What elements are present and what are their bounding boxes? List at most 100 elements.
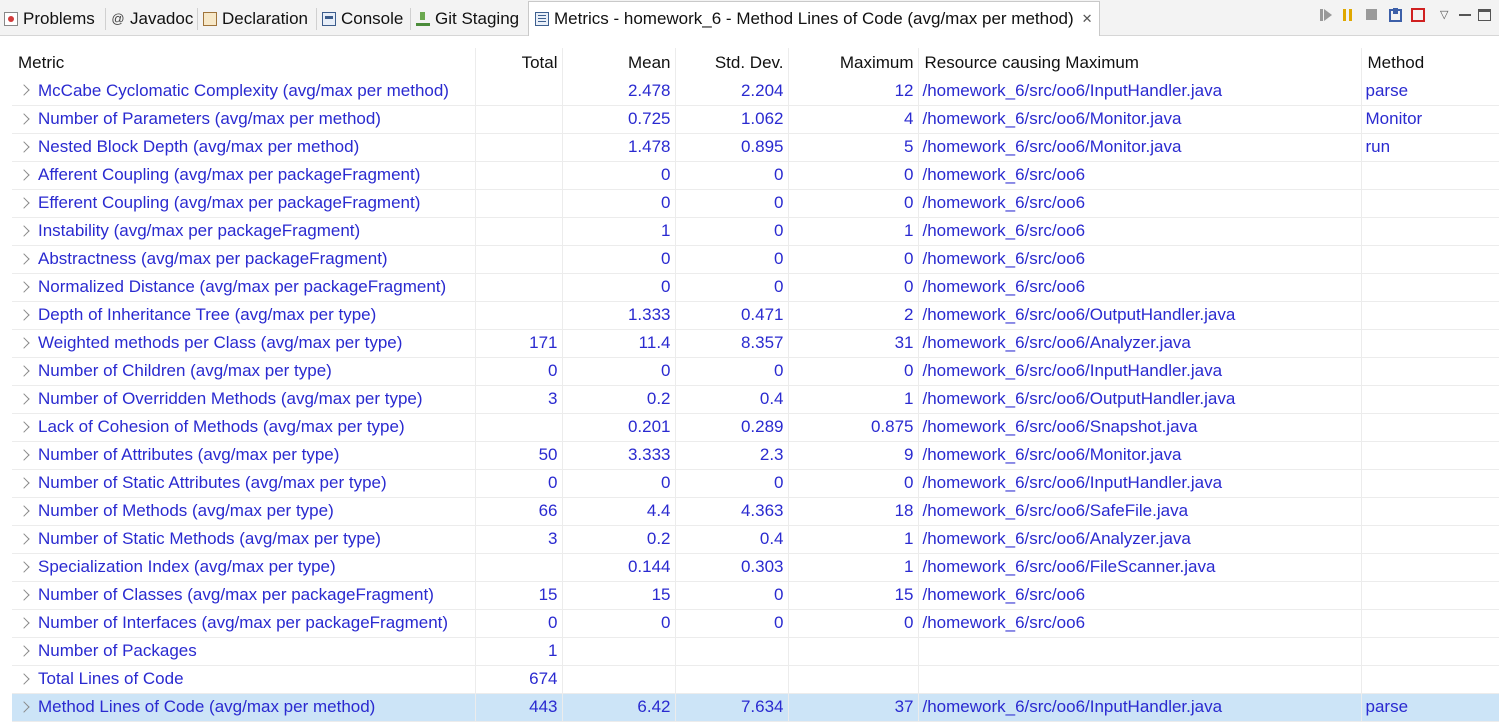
resource-cell: /homework_6/src/oo6 bbox=[918, 273, 1362, 302]
table-row[interactable]: Instability (avg/max per packageFragment… bbox=[12, 217, 1499, 246]
maximum-cell: 0.875 bbox=[788, 413, 919, 442]
tab-separator bbox=[197, 8, 198, 30]
pause-icon[interactable] bbox=[1341, 8, 1355, 22]
table-row[interactable]: Number of Classes (avg/max per packageFr… bbox=[12, 581, 1499, 610]
table-row[interactable]: Number of Children (avg/max per type) 0 0 0… bbox=[12, 357, 1499, 386]
table-row[interactable]: Number of Attributes (avg/max per type) 5… bbox=[12, 441, 1499, 470]
expand-chevron-icon[interactable] bbox=[18, 392, 30, 405]
resource-cell: /homework_6/src/oo6/OutputHandler.java bbox=[918, 385, 1362, 414]
tab-label: Metrics - homework_6 - Method Lines of C… bbox=[554, 9, 1074, 28]
maximum-cell: 1 bbox=[788, 385, 919, 414]
column-header-mean[interactable]: Mean bbox=[562, 48, 676, 77]
metric-label: Number of Attributes (avg/max per type) bbox=[38, 445, 340, 464]
method-cell bbox=[1361, 189, 1499, 218]
table-row[interactable]: Number of Static Methods (avg/max per ty… bbox=[12, 525, 1499, 554]
table-row[interactable]: Number of Overridden Methods (avg/max pe… bbox=[12, 385, 1499, 414]
expand-chevron-icon[interactable] bbox=[18, 364, 30, 377]
tab-console[interactable]: Console bbox=[322, 3, 403, 35]
tab-javadoc[interactable]: @ Javadoc bbox=[111, 3, 193, 35]
table-row[interactable]: McCabe Cyclomatic Complexity (avg/max pe… bbox=[12, 77, 1499, 106]
column-header-resource[interactable]: Resource causing Maximum bbox=[918, 48, 1362, 77]
stop-icon[interactable] bbox=[1366, 9, 1377, 20]
method-cell bbox=[1361, 217, 1499, 246]
expand-chevron-icon[interactable] bbox=[18, 700, 30, 713]
total-cell: 3 bbox=[475, 385, 563, 414]
std-dev-cell: 0 bbox=[675, 161, 789, 190]
expand-chevron-icon[interactable] bbox=[18, 504, 30, 517]
expand-chevron-icon[interactable] bbox=[18, 280, 30, 293]
expand-chevron-icon[interactable] bbox=[18, 84, 30, 96]
tab-metrics[interactable]: Metrics - homework_6 - Method Lines of C… bbox=[528, 1, 1100, 36]
table-row[interactable]: Weighted methods per Class (avg/max per … bbox=[12, 329, 1499, 358]
method-cell bbox=[1361, 357, 1499, 386]
table-row[interactable]: Number of Interfaces (avg/max per packag… bbox=[12, 609, 1499, 638]
maximum-cell: 18 bbox=[788, 497, 919, 526]
expand-chevron-icon[interactable] bbox=[18, 644, 30, 657]
total-cell: 443 bbox=[475, 693, 563, 722]
metric-cell: Number of Static Methods (avg/max per ty… bbox=[12, 525, 476, 554]
metric-label: Specialization Index (avg/max per type) bbox=[38, 557, 336, 576]
metric-label: Total Lines of Code bbox=[38, 669, 184, 688]
tab-problems[interactable]: Problems bbox=[4, 3, 95, 35]
expand-chevron-icon[interactable] bbox=[18, 532, 30, 545]
method-cell bbox=[1361, 609, 1499, 638]
expand-chevron-icon[interactable] bbox=[18, 336, 30, 349]
metric-cell: Depth of Inheritance Tree (avg/max per t… bbox=[12, 301, 476, 330]
method-cell: run bbox=[1361, 133, 1499, 162]
expand-chevron-icon[interactable] bbox=[18, 588, 30, 601]
resource-cell: /homework_6/src/oo6 bbox=[918, 161, 1362, 190]
metric-label: Efferent Coupling (avg/max per packageFr… bbox=[38, 193, 421, 212]
table-row[interactable]: Efferent Coupling (avg/max per packageFr… bbox=[12, 189, 1499, 218]
std-dev-cell bbox=[675, 665, 789, 694]
column-header-method[interactable]: Method bbox=[1361, 48, 1499, 77]
expand-chevron-icon[interactable] bbox=[18, 140, 30, 153]
column-header-maximum[interactable]: Maximum bbox=[788, 48, 919, 77]
console-icon bbox=[322, 12, 336, 26]
mean-cell: 6.42 bbox=[562, 693, 676, 722]
expand-chevron-icon[interactable] bbox=[18, 476, 30, 489]
expand-chevron-icon[interactable] bbox=[18, 616, 30, 629]
table-row[interactable]: Lack of Cohesion of Methods (avg/max per… bbox=[12, 413, 1499, 442]
table-row[interactable]: Number of Static Attributes (avg/max per… bbox=[12, 469, 1499, 498]
expand-chevron-icon[interactable] bbox=[18, 196, 30, 209]
layout-icon[interactable] bbox=[1411, 8, 1425, 22]
table-row[interactable]: Number of Methods (avg/max per type) 66 4.… bbox=[12, 497, 1499, 526]
table-row[interactable]: Total Lines of Code 674 bbox=[12, 665, 1499, 694]
column-header-std-dev[interactable]: Std. Dev. bbox=[675, 48, 789, 77]
maximum-cell bbox=[788, 637, 919, 666]
column-header-metric[interactable]: Metric bbox=[12, 48, 476, 77]
close-icon[interactable]: ✕ bbox=[1082, 11, 1093, 27]
table-row[interactable]: Depth of Inheritance Tree (avg/max per t… bbox=[12, 301, 1499, 330]
view-menu-icon[interactable]: ▽ bbox=[1440, 8, 1454, 22]
expand-chevron-icon[interactable] bbox=[18, 448, 30, 461]
expand-chevron-icon[interactable] bbox=[18, 308, 30, 321]
mean-cell: 0 bbox=[562, 469, 676, 498]
metric-cell: Total Lines of Code bbox=[12, 665, 476, 694]
export-icon[interactable] bbox=[1389, 8, 1402, 22]
expand-chevron-icon[interactable] bbox=[18, 420, 30, 433]
metric-label: Number of Children (avg/max per type) bbox=[38, 361, 332, 380]
table-row[interactable]: Number of Parameters (avg/max per method… bbox=[12, 105, 1499, 134]
expand-chevron-icon[interactable] bbox=[18, 112, 30, 125]
column-header-total[interactable]: Total bbox=[475, 48, 563, 77]
total-cell bbox=[475, 273, 563, 302]
expand-chevron-icon[interactable] bbox=[18, 168, 30, 181]
table-row[interactable]: Method Lines of Code (avg/max per method… bbox=[12, 693, 1499, 722]
table-row[interactable]: Nested Block Depth (avg/max per method) 1… bbox=[12, 133, 1499, 162]
tab-git-staging[interactable]: Git Staging bbox=[416, 3, 519, 35]
expand-chevron-icon[interactable] bbox=[18, 672, 30, 685]
table-row[interactable]: Abstractness (avg/max per packageFragmen… bbox=[12, 245, 1499, 274]
expand-chevron-icon[interactable] bbox=[18, 252, 30, 265]
maximize-icon[interactable] bbox=[1478, 9, 1491, 21]
metric-cell: Nested Block Depth (avg/max per method) bbox=[12, 133, 476, 162]
table-row[interactable]: Number of Packages 1 bbox=[12, 637, 1499, 666]
tab-declaration[interactable]: Declaration bbox=[203, 3, 308, 35]
expand-chevron-icon[interactable] bbox=[18, 224, 30, 237]
expand-chevron-icon[interactable] bbox=[18, 560, 30, 573]
table-row[interactable]: Specialization Index (avg/max per type) 0… bbox=[12, 553, 1499, 582]
run-icon[interactable] bbox=[1319, 8, 1333, 22]
minimize-icon[interactable] bbox=[1458, 8, 1472, 22]
table-row[interactable]: Afferent Coupling (avg/max per packageFr… bbox=[12, 161, 1499, 190]
method-cell: Monitor bbox=[1361, 105, 1499, 134]
table-row[interactable]: Normalized Distance (avg/max per package… bbox=[12, 273, 1499, 302]
